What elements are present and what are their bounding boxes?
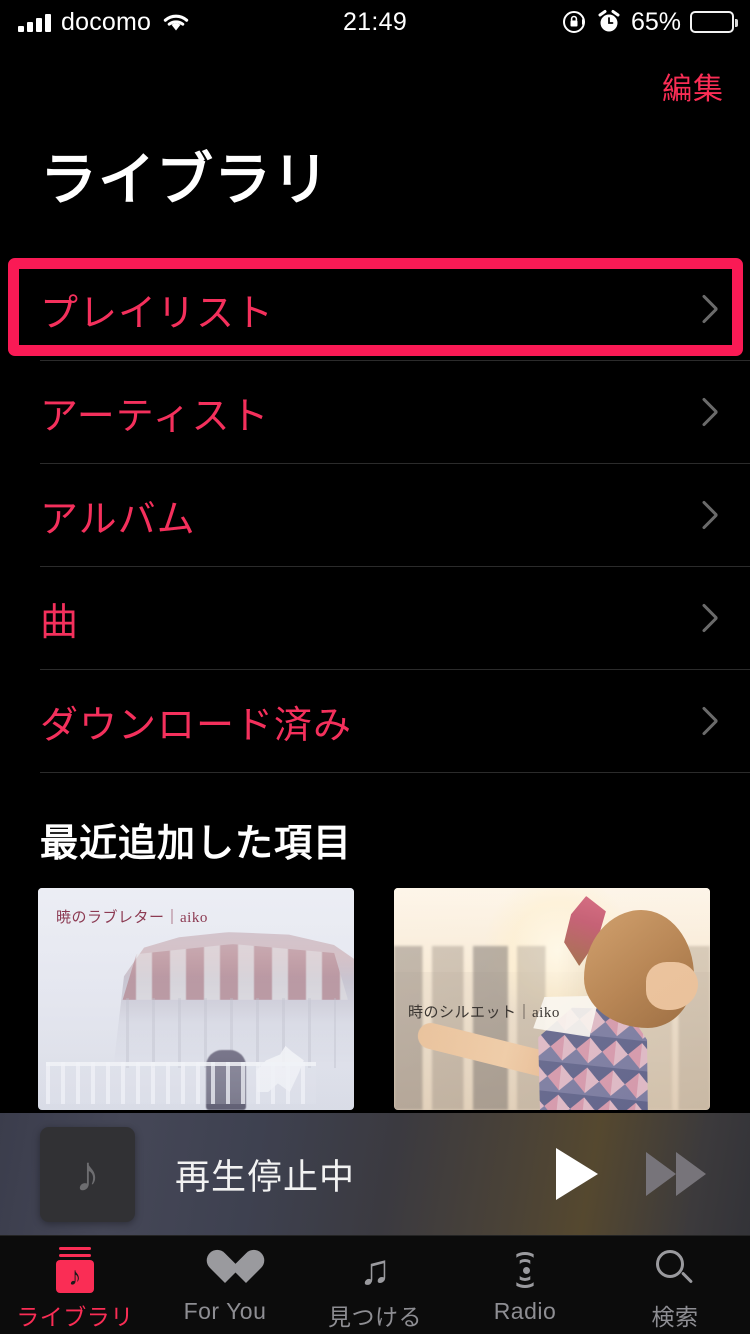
rotation-lock-icon bbox=[561, 9, 587, 35]
library-row-artists[interactable]: アーティスト bbox=[0, 361, 750, 463]
tab-radio[interactable]: Radio bbox=[450, 1236, 600, 1325]
mini-player-title: 再生停止中 bbox=[175, 1157, 356, 1197]
music-note-icon: ♫ bbox=[359, 1246, 391, 1293]
recently-added-grid: 暁のラブレター｜aiko 時のシルエット｜aiko bbox=[0, 888, 750, 1138]
chevron-right-icon bbox=[698, 601, 718, 635]
album-caption: 暁のラブレター｜aiko bbox=[56, 910, 208, 926]
radio-waves-icon bbox=[502, 1250, 548, 1290]
mini-player-artwork: ♪ bbox=[40, 1126, 135, 1222]
edit-button[interactable]: 編集 bbox=[662, 64, 724, 108]
library-row-label: ダウンロード済み bbox=[40, 704, 353, 747]
mini-player[interactable]: ♪ 再生停止中 bbox=[0, 1113, 750, 1235]
library-row-playlists[interactable]: プレイリスト bbox=[0, 258, 750, 360]
chevron-right-icon bbox=[698, 498, 718, 532]
play-icon[interactable] bbox=[556, 1148, 598, 1200]
heart-icon bbox=[204, 1251, 246, 1289]
tab-library[interactable]: ♪ ライブラリ bbox=[0, 1236, 150, 1332]
library-row-label: プレイリスト bbox=[40, 292, 275, 335]
album-artwork: 時のシルエット｜aiko bbox=[394, 888, 710, 1110]
album-artwork: 暁のラブレター｜aiko bbox=[38, 888, 354, 1110]
tab-search[interactable]: 検索 bbox=[600, 1236, 750, 1332]
music-note-icon: ♪ bbox=[75, 1146, 100, 1202]
library-icon: ♪ bbox=[55, 1247, 95, 1293]
status-bar: docomo 21:49 65% bbox=[0, 0, 750, 44]
album-caption: 時のシルエット｜aiko bbox=[408, 1005, 560, 1021]
chevron-right-icon bbox=[698, 292, 718, 326]
library-row-albums[interactable]: アルバム bbox=[0, 464, 750, 566]
status-bar-right: 65% bbox=[561, 0, 738, 44]
chevron-right-icon bbox=[698, 704, 718, 738]
page-title: ライブラリ bbox=[40, 148, 330, 212]
section-title-recently-added: 最近追加した項目 bbox=[40, 823, 353, 865]
tab-label: ライブラリ bbox=[16, 1304, 134, 1330]
tab-bar: ♪ ライブラリ For You ♫ 見つける Radio 検索 bbox=[0, 1235, 750, 1334]
tab-browse[interactable]: ♫ 見つける bbox=[300, 1236, 450, 1332]
app-screen: docomo 21:49 65% 編集 ライブラリ プレイリスト アーティスト … bbox=[0, 0, 750, 1334]
tab-label: Radio bbox=[493, 1298, 557, 1324]
tab-label: For You bbox=[183, 1298, 267, 1324]
clock-label: 21:49 bbox=[342, 7, 408, 36]
library-row-label: アルバム bbox=[40, 498, 196, 541]
library-row-songs[interactable]: 曲 bbox=[0, 567, 750, 669]
tab-for-you[interactable]: For You bbox=[150, 1236, 300, 1325]
battery-percent-label: 65% bbox=[630, 7, 681, 36]
library-row-label: アーティスト bbox=[40, 395, 270, 438]
alarm-clock-icon bbox=[596, 9, 622, 35]
row-divider bbox=[40, 772, 750, 773]
library-row-downloaded[interactable]: ダウンロード済み bbox=[0, 670, 750, 772]
tab-label: 見つける bbox=[328, 1304, 422, 1330]
album-card[interactable]: 時のシルエット｜aiko bbox=[394, 888, 710, 1110]
chevron-right-icon bbox=[698, 395, 718, 429]
library-row-label: 曲 bbox=[40, 601, 80, 644]
search-icon bbox=[654, 1249, 696, 1291]
album-card[interactable]: 暁のラブレター｜aiko bbox=[38, 888, 354, 1110]
fast-forward-icon[interactable] bbox=[646, 1152, 706, 1196]
tab-label: 検索 bbox=[651, 1304, 699, 1330]
battery-icon bbox=[690, 11, 738, 33]
library-list: プレイリスト アーティスト アルバム 曲 ダウンロード済み bbox=[0, 258, 750, 773]
